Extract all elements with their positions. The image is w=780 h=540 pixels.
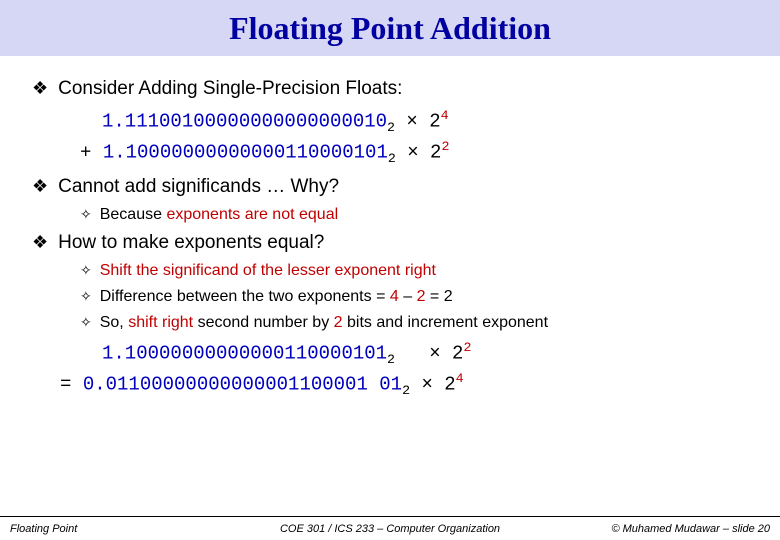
- cross-bullet-icon: ✧: [80, 262, 92, 279]
- text-so: So, shift right second number by 2 bits …: [100, 314, 548, 332]
- text-how: How to make exponents equal?: [58, 232, 324, 254]
- text-shift: Shift the significand of the lesser expo…: [100, 262, 436, 280]
- diamond-bullet-icon: ❖: [32, 78, 48, 99]
- code-operand-1: 1.111001000000000000000102 × 24: [102, 108, 748, 135]
- sub-because: ✧ Because exponents are not equal: [80, 206, 748, 224]
- slide-title: Floating Point Addition: [229, 10, 551, 47]
- bullet-how: ❖ How to make exponents equal?: [32, 232, 748, 254]
- diamond-bullet-icon: ❖: [32, 232, 48, 253]
- text-difference: Difference between the two exponents = 4…: [100, 288, 453, 306]
- text-because: Because exponents are not equal: [100, 206, 338, 224]
- footer: Floating Point COE 301 / ICS 233 – Compu…: [0, 516, 780, 540]
- footer-right: © Muhamed Mudawar – slide 20: [611, 523, 770, 535]
- title-bar: Floating Point Addition: [0, 0, 780, 56]
- text-consider: Consider Adding Single-Precision Floats:: [58, 78, 402, 100]
- sub-difference: ✧ Difference between the two exponents =…: [80, 288, 748, 306]
- cross-bullet-icon: ✧: [80, 206, 92, 223]
- bullet-cannot: ❖ Cannot add significands … Why?: [32, 176, 748, 198]
- footer-center: COE 301 / ICS 233 – Computer Organizatio…: [280, 523, 500, 535]
- bullet-consider: ❖ Consider Adding Single-Precision Float…: [32, 78, 748, 100]
- code-shifted-before: 1.100000000000001100001012 × 22: [102, 340, 748, 367]
- code-operand-2: + 1.100000000000001100001012 × 22: [80, 139, 748, 166]
- text-cannot: Cannot add significands … Why?: [58, 176, 339, 198]
- sub-shift: ✧ Shift the significand of the lesser ex…: [80, 262, 748, 280]
- diamond-bullet-icon: ❖: [32, 176, 48, 197]
- slide-content: ❖ Consider Adding Single-Precision Float…: [0, 56, 780, 399]
- cross-bullet-icon: ✧: [80, 314, 92, 331]
- footer-left: Floating Point: [10, 523, 77, 535]
- code-shifted-result: = 0.01100000000000001100001 012 × 24: [60, 371, 748, 398]
- cross-bullet-icon: ✧: [80, 288, 92, 305]
- sub-so: ✧ So, shift right second number by 2 bit…: [80, 314, 748, 332]
